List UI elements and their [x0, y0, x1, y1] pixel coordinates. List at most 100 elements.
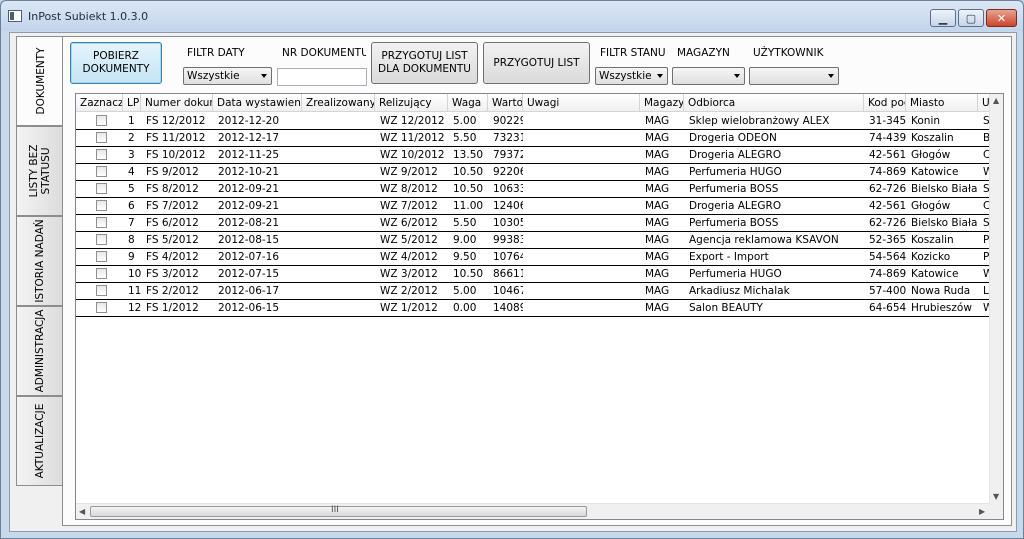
- minimize-button[interactable]: ▁: [930, 9, 956, 27]
- table-row[interactable]: 3 FS 10/2012 2012-11-25 WZ 10/2012 13.50 7937…: [76, 147, 993, 164]
- row-select-checkbox[interactable]: [96, 234, 107, 245]
- table-row[interactable]: 5 FS 8/2012 2012-09-21 WZ 8/2012 10.50 106338…: [76, 181, 995, 198]
- table-row[interactable]: 12 FS 1/2012 2012-06-15 WZ 1/2012 0.00 140893…: [76, 300, 993, 317]
- chevron-down-icon: [261, 74, 267, 78]
- date-filter-select[interactable]: Wszystkie: [183, 67, 272, 85]
- row-select-checkbox[interactable]: [96, 285, 107, 296]
- cell-real: [302, 131, 375, 146]
- row-select-checkbox[interactable]: [96, 200, 107, 211]
- row-select-checkbox[interactable]: [96, 115, 107, 126]
- cell-mag: MAG: [645, 149, 670, 161]
- cell-odb: Perfumeria HUGO: [689, 268, 782, 280]
- cell-real: [302, 182, 375, 197]
- cell-mag: MAG: [645, 251, 670, 263]
- cell-kod: 62-726: [869, 183, 906, 195]
- cell-wart: 1063385: [493, 183, 523, 195]
- cell-num: FS 4/2012: [146, 251, 199, 263]
- col-header-magazyn[interactable]: Magazyn: [640, 94, 684, 112]
- tab-administracja[interactable]: ADMINISTRACJA: [16, 306, 62, 396]
- cell-kod: 52-365: [869, 234, 906, 246]
- cell-mag: MAG: [645, 183, 670, 195]
- cell-wart: 1408930: [493, 302, 523, 314]
- cell-miasto: Hrubieszów: [911, 302, 972, 314]
- maximize-button[interactable]: ▢: [958, 9, 984, 27]
- cell-date: 2012-11-25: [218, 149, 280, 161]
- scroll-left-icon[interactable]: ◀: [79, 507, 85, 516]
- col-header-data[interactable]: Data wystawienia: [213, 94, 302, 112]
- cell-kod: 74-869: [869, 268, 906, 280]
- scroll-right-icon[interactable]: ▶: [979, 507, 985, 516]
- cell-lp: 7: [128, 217, 135, 229]
- cell-num: FS 8/2012: [146, 183, 199, 195]
- table-header: Zaznacz LP Numer dokum Data wystawienia …: [76, 94, 998, 112]
- table-row[interactable]: 10 FS 3/2012 2012-07-15 WZ 3/2012 10.50 86611…: [76, 266, 993, 283]
- table-row[interactable]: 4 FS 9/2012 2012-10-21 WZ 9/2012 10.50 922062…: [76, 164, 993, 181]
- table-row[interactable]: 6 FS 7/2012 2012-09-21 WZ 7/2012 11.00 124068…: [76, 198, 993, 215]
- col-header-kod[interactable]: Kod poczt: [864, 94, 906, 112]
- table-row[interactable]: 8 FS 5/2012 2012-08-15 WZ 5/2012 9.00 993833 M…: [76, 232, 992, 249]
- cell-kod: 42-561: [869, 200, 906, 212]
- documents-table[interactable]: Zaznacz LP Numer dokum Data wystawienia …: [75, 93, 1004, 520]
- row-select-checkbox[interactable]: [96, 183, 107, 194]
- cell-lp: 11: [128, 285, 141, 297]
- close-button[interactable]: ✕: [986, 9, 1017, 27]
- col-header-numer[interactable]: Numer dokum: [141, 94, 213, 112]
- status-filter-select[interactable]: Wszystkie: [595, 67, 668, 85]
- row-select-checkbox[interactable]: [96, 149, 107, 160]
- table-row[interactable]: 11 FS 2/2012 2012-06-17 WZ 2/2012 5.00 104670…: [76, 283, 998, 300]
- cell-num: FS 5/2012: [146, 234, 199, 246]
- row-select-checkbox[interactable]: [96, 251, 107, 262]
- col-header-wartosc[interactable]: Wartość: [488, 94, 523, 112]
- scroll-down-icon[interactable]: ▼: [993, 492, 999, 501]
- cell-mag: MAG: [645, 166, 670, 178]
- cell-miasto: Bielsko Biała: [911, 183, 978, 195]
- table-row[interactable]: 2 FS 11/2012 2012-12-17 WZ 11/2012 5.50 73231…: [76, 130, 997, 147]
- horizontal-scroll-thumb[interactable]: III: [90, 505, 587, 517]
- col-header-zaznacz[interactable]: Zaznacz: [76, 94, 123, 112]
- row-select-checkbox[interactable]: [96, 217, 107, 228]
- table-row[interactable]: 7 FS 6/2012 2012-08-21 WZ 6/2012 5.50 1030599…: [76, 215, 995, 232]
- col-header-relizujacy[interactable]: Relizujący: [375, 94, 448, 112]
- col-header-zrealizowany[interactable]: Zrealizowany: [302, 94, 375, 112]
- row-select-checkbox[interactable]: [96, 302, 107, 313]
- user-select[interactable]: [749, 67, 839, 85]
- vertical-scrollbar[interactable]: ▲ ▼: [989, 94, 1003, 504]
- warehouse-select[interactable]: [672, 67, 745, 85]
- cell-lp: 6: [128, 200, 135, 212]
- cell-miasto: Katowice: [911, 166, 959, 178]
- col-header-lp[interactable]: LP: [123, 94, 141, 112]
- col-header-waga[interactable]: Waga: [448, 94, 488, 112]
- table-row[interactable]: 9 FS 4/2012 2012-07-16 WZ 4/2012 9.50 1076490…: [76, 249, 995, 266]
- cell-rel: WZ 2/2012: [380, 285, 438, 297]
- prepare-list-button[interactable]: PRZYGOTUJ LIST: [483, 42, 590, 84]
- prepare-for-document-button[interactable]: PRZYGOTUJ LIST DLA DOKUMENTU: [371, 42, 478, 84]
- row-select-checkbox[interactable]: [96, 132, 107, 143]
- row-select-checkbox[interactable]: [96, 166, 107, 177]
- title-bar[interactable]: InPost Subiekt 1.0.3.0 ▁ ▢ ✕: [1, 1, 1023, 31]
- tab-listy-bez-statusu[interactable]: LISTY BEZ STATUSU: [16, 126, 62, 216]
- cell-odb: Agencja reklamowa KSAVON: [689, 234, 839, 246]
- doc-number-input[interactable]: [277, 68, 367, 86]
- scroll-up-icon[interactable]: ▲: [993, 96, 999, 105]
- cell-num: FS 12/2012: [146, 115, 206, 127]
- cell-real: [302, 148, 375, 163]
- cell-rel: WZ 6/2012: [380, 217, 438, 229]
- cell-kod: 64-654: [869, 302, 906, 314]
- cell-lp: 8: [128, 234, 135, 246]
- cell-num: FS 11/2012: [146, 132, 206, 144]
- tab-dokumenty[interactable]: DOKUMENTY: [16, 36, 64, 126]
- col-header-odbiorca[interactable]: Odbiorca: [684, 94, 864, 112]
- horizontal-scrollbar[interactable]: ◀ III ▶: [76, 503, 991, 519]
- cell-kod: 57-400: [869, 285, 906, 297]
- fetch-documents-button[interactable]: POBIERZ DOKUMENTY: [70, 42, 162, 84]
- cell-date: 2012-10-21: [218, 166, 280, 178]
- col-header-uwagi[interactable]: Uwagi: [523, 94, 640, 112]
- cell-lp: 10: [128, 268, 141, 280]
- col-header-miasto[interactable]: Miasto: [906, 94, 978, 112]
- tab-aktualizacje[interactable]: AKTUALIZACJE: [16, 396, 62, 486]
- cell-wart: 902299: [493, 115, 523, 127]
- cell-uwagi: [523, 165, 640, 180]
- tab-historia-nadan[interactable]: ISTORIA NADAŃ: [16, 216, 62, 306]
- table-row[interactable]: 1 FS 12/2012 2012-12-20 WZ 12/2012 5.00 90229…: [76, 113, 995, 130]
- row-select-checkbox[interactable]: [96, 268, 107, 279]
